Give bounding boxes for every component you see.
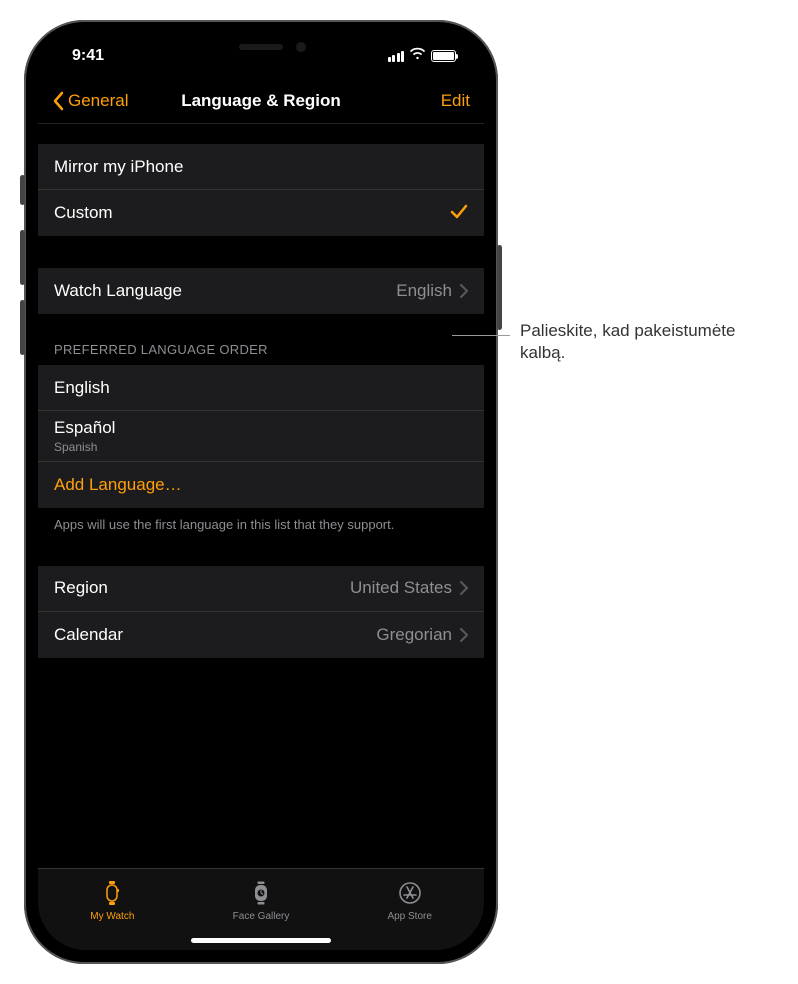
mirror-row[interactable]: Mirror my iPhone: [38, 144, 484, 190]
nav-bar: General Language & Region Edit: [38, 78, 484, 124]
chevron-right-icon: [460, 628, 468, 642]
checkmark-icon: [450, 202, 468, 225]
back-label: General: [68, 91, 128, 111]
watch-language-value: English: [396, 281, 452, 301]
preferred-order-group: English Español Spanish Add Language…: [38, 365, 484, 508]
tab-app-store[interactable]: App Store: [335, 869, 484, 932]
add-language-button[interactable]: Add Language…: [38, 462, 484, 508]
watch-language-label: Watch Language: [54, 281, 182, 301]
battery-icon: [431, 50, 456, 62]
calendar-value: Gregorian: [376, 625, 452, 645]
region-row[interactable]: Region United States: [38, 566, 484, 612]
calendar-label: Calendar: [54, 625, 123, 645]
callout-line: [452, 335, 510, 336]
power-button[interactable]: [497, 245, 502, 330]
lang-subtitle: Spanish: [54, 440, 468, 454]
language-item-espanol[interactable]: Español Spanish: [38, 411, 484, 462]
volume-down-button[interactable]: [20, 300, 25, 355]
region-value: United States: [350, 578, 452, 598]
cellular-icon: [388, 51, 405, 62]
tab-my-watch[interactable]: My Watch: [38, 869, 187, 932]
chevron-right-icon: [460, 581, 468, 595]
mirror-label: Mirror my iPhone: [54, 157, 183, 177]
notch: [161, 34, 361, 62]
callout-text: Palieskite, kad pakeistumėte kalbą.: [520, 320, 780, 364]
mute-switch[interactable]: [20, 175, 25, 205]
content: Mirror my iPhone Custom Watch Language E…: [38, 124, 484, 868]
volume-up-button[interactable]: [20, 230, 25, 285]
screen: 9:41 General Language & Region Edit: [38, 34, 484, 950]
custom-row[interactable]: Custom: [38, 190, 484, 236]
wifi-icon: [409, 47, 426, 65]
phone-frame: 9:41 General Language & Region Edit: [24, 20, 498, 964]
lang-title: English: [54, 378, 110, 397]
home-indicator[interactable]: [191, 938, 331, 943]
custom-label: Custom: [54, 203, 113, 223]
lang-title: Español: [54, 418, 115, 437]
face-gallery-icon: [247, 880, 275, 909]
tab-label: App Store: [387, 911, 431, 922]
preferred-order-header: PREFERRED LANGUAGE ORDER: [38, 314, 484, 365]
tab-face-gallery[interactable]: Face Gallery: [187, 869, 336, 932]
tab-label: My Watch: [90, 911, 134, 922]
edit-button[interactable]: Edit: [441, 91, 470, 111]
preferred-order-footer: Apps will use the first language in this…: [38, 508, 484, 534]
chevron-right-icon: [460, 284, 468, 298]
region-label: Region: [54, 578, 108, 598]
region-group: Region United States Calendar Gregorian: [38, 566, 484, 658]
status-right: [388, 47, 457, 65]
status-time: 9:41: [72, 47, 104, 65]
app-store-icon: [396, 880, 424, 909]
mirror-group: Mirror my iPhone Custom: [38, 144, 484, 236]
tab-label: Face Gallery: [233, 911, 290, 922]
calendar-row[interactable]: Calendar Gregorian: [38, 612, 484, 658]
watch-language-group: Watch Language English: [38, 268, 484, 314]
language-item-english[interactable]: English: [38, 365, 484, 411]
back-button[interactable]: General: [52, 91, 128, 111]
add-language-label: Add Language…: [54, 475, 182, 495]
watch-icon: [98, 880, 126, 909]
watch-language-row[interactable]: Watch Language English: [38, 268, 484, 314]
